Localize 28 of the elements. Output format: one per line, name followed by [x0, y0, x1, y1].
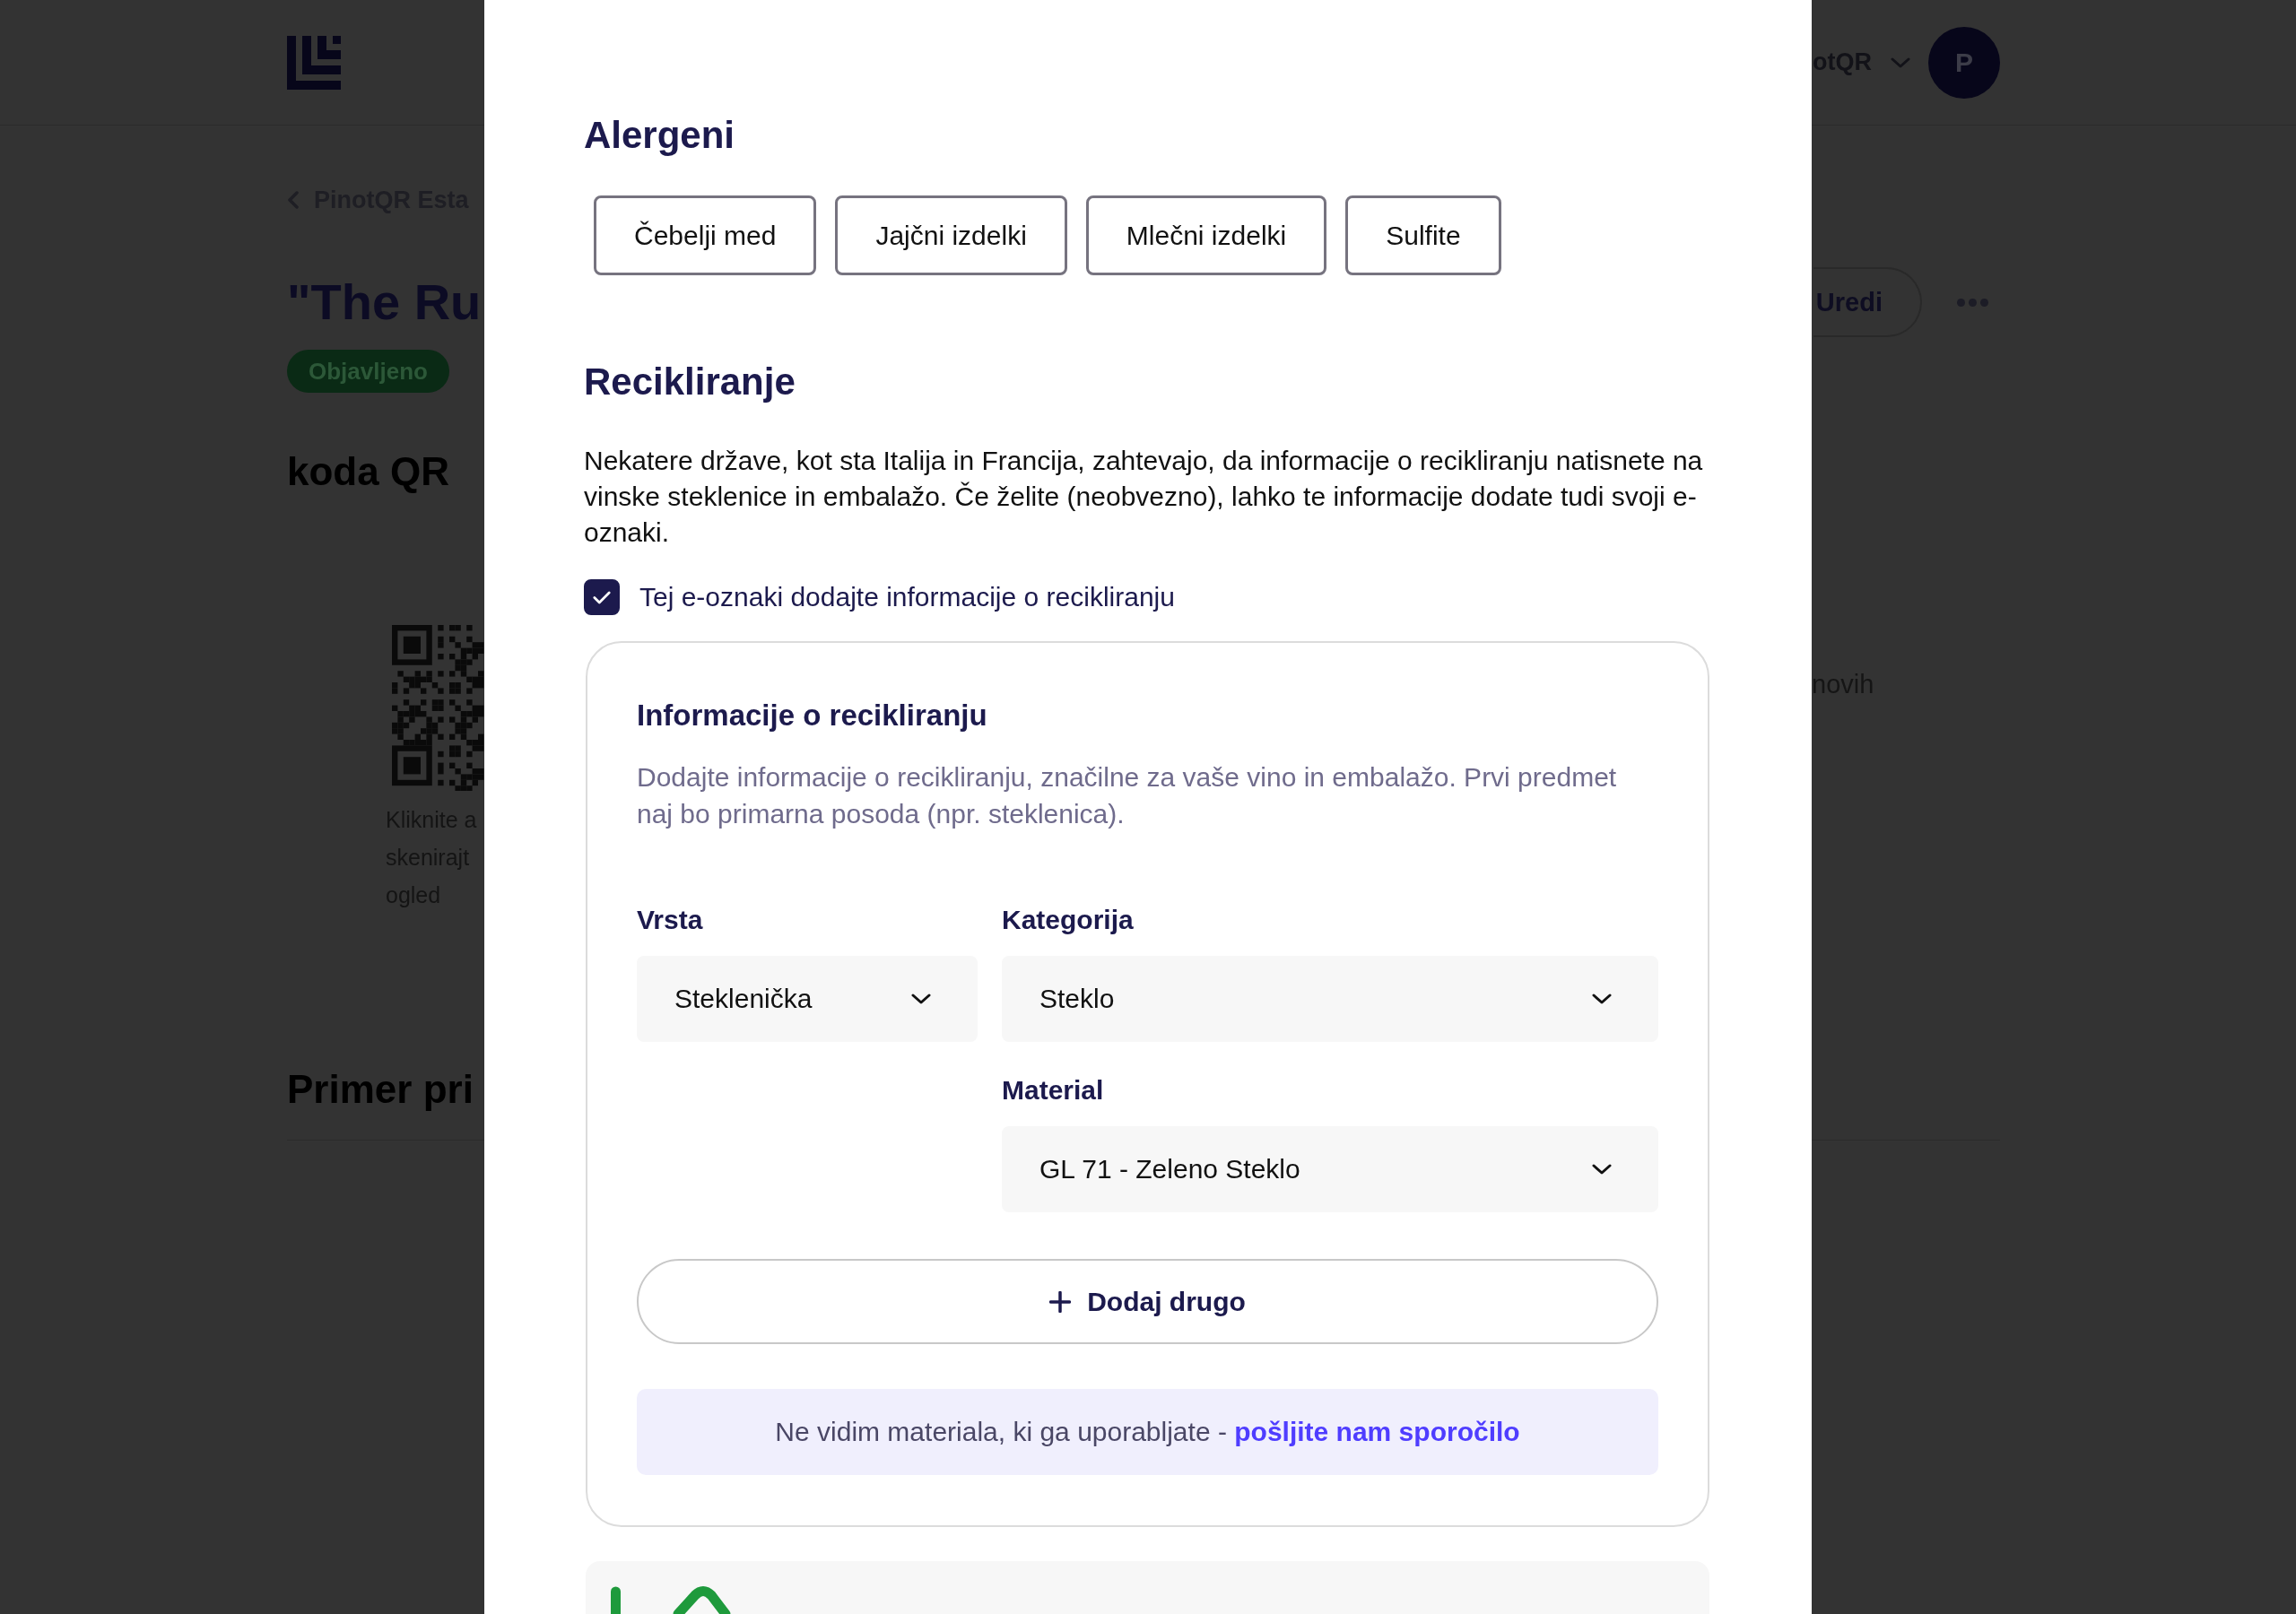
- description-text: Nekatere države, kot sta Italija in Francija, zahtevajo, da informacije o recikliranju natisnete na vinske steklenice in embalažo. Če želite (neobvezno), lahko te informacije dodate tudi svoji e-oznaki.: [584, 445, 1704, 549]
- logo-icon: [287, 35, 341, 90]
- card-title: Informacije o recikliranju: [637, 698, 987, 733]
- chevron-down-icon: [1592, 1164, 1612, 1175]
- select-field[interactable]: GL 71 - Zeleno Steklo: [1002, 1126, 1658, 1212]
- section-heading: Alergeni: [584, 113, 735, 158]
- allergen-chip[interactable]: Čebelji med: [594, 195, 817, 275]
- field-label: Material: [1002, 1074, 1104, 1106]
- allergen-chip[interactable]: Jajčni izdelki: [835, 195, 1067, 275]
- chevron-down-icon: [1592, 994, 1612, 1004]
- card-description: Dodajte informacije o recikliranju, značilne za vaše vino in embalažo. Prvi predmet naj bo primarna posoda (npr. steklenica).: [637, 761, 1618, 830]
- plus-icon: [1049, 1290, 1072, 1313]
- field-label: Vrsta: [637, 904, 703, 936]
- check-icon: [593, 590, 611, 604]
- allergen-chip[interactable]: Sulfite: [1345, 195, 1501, 275]
- chevron-down-icon: [1891, 56, 1910, 68]
- field-label: Kategorija: [1002, 904, 1134, 936]
- checkbox-label[interactable]: Tej e-oznaki dodajte informacije o recikliranju: [639, 582, 1175, 612]
- chevron-down-icon: [911, 994, 931, 1004]
- allergen-chip[interactable]: Mlečni izdelki: [1085, 195, 1327, 275]
- contact-link[interactable]: pošljite nam sporočilo: [1234, 1417, 1520, 1446]
- recycling-mark-icon: [611, 1586, 731, 1614]
- checkbox[interactable]: [584, 579, 620, 615]
- section-heading: Recikliranje: [584, 360, 796, 404]
- select-field[interactable]: Steklo: [1002, 956, 1658, 1042]
- select-field[interactable]: Steklenička: [637, 956, 978, 1042]
- info-text: Ne vidim materiala, ki ga uporabljate - pošljite nam sporočilo: [775, 1417, 1520, 1447]
- add-another-button[interactable]: Dodaj drugo: [637, 1259, 1658, 1344]
